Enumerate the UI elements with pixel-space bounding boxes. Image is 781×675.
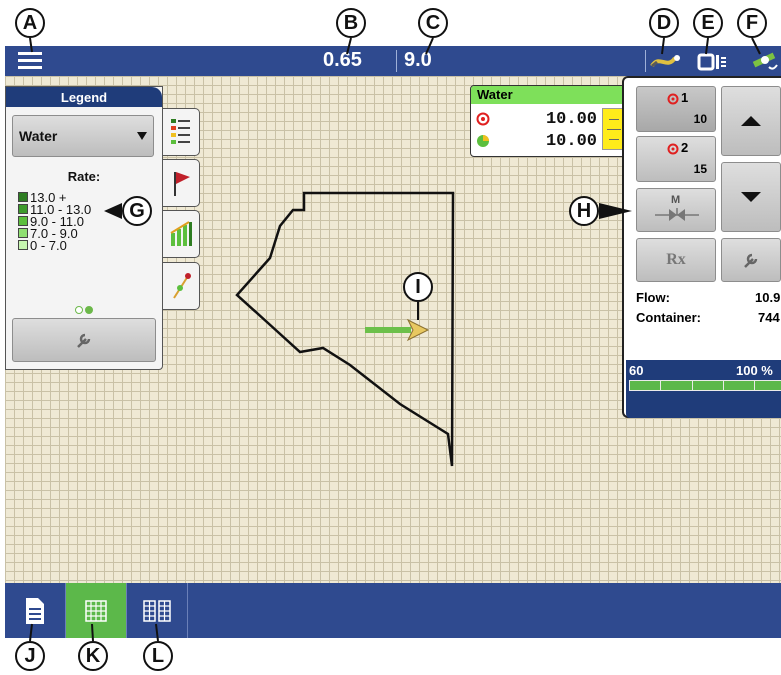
legend-panel: Legend Water Rate: 13.0 + 11.0 - 13.0 9.… xyxy=(5,86,163,370)
implement-icon[interactable] xyxy=(697,51,729,73)
rx-icon: Rx xyxy=(666,251,686,268)
section-bar xyxy=(629,380,781,391)
target-icon xyxy=(476,112,490,126)
container-label: Container: xyxy=(636,310,701,325)
product-title: Water xyxy=(471,86,631,104)
legend-layer-value: Water xyxy=(19,128,58,144)
callout-i: I xyxy=(403,272,433,302)
rate-label: Rate: xyxy=(67,169,101,184)
tab-map[interactable] xyxy=(66,583,127,638)
flow-label: Flow: xyxy=(636,290,670,305)
preset-1-value: 10 xyxy=(693,112,707,126)
legend-layer-dropdown[interactable]: Water xyxy=(12,115,154,157)
wrench-icon xyxy=(744,253,758,268)
callout-a: A xyxy=(15,8,45,38)
preset-1-label: 1 xyxy=(681,90,689,105)
rate-row: 0 - 7.0 xyxy=(18,238,91,253)
page-indicator xyxy=(75,306,93,314)
rate-indicator-bar xyxy=(602,108,624,150)
callout-b: B xyxy=(336,8,366,38)
menu-icon[interactable] xyxy=(18,52,42,70)
section-status-bar: 60 100 % xyxy=(626,360,781,418)
tab-flags[interactable] xyxy=(163,159,200,207)
down-arrow-icon xyxy=(741,192,761,202)
prescription-button[interactable]: Rx xyxy=(636,238,716,282)
control-settings-button[interactable] xyxy=(721,238,781,282)
callout-g: G xyxy=(122,196,152,226)
guidance-icon[interactable] xyxy=(649,52,685,72)
dropdown-arrow-icon xyxy=(137,132,147,140)
rate-swatch xyxy=(18,240,28,250)
callout-d: D xyxy=(649,8,679,38)
product-control-panel: 1 10 2 15 M Rx Flow: 10.9 Container: 744… xyxy=(622,76,781,418)
target-icon xyxy=(667,143,679,155)
callout-c: C xyxy=(418,8,448,38)
bottom-nav-bar xyxy=(5,583,781,638)
gps-satellite-icon[interactable] xyxy=(751,49,781,73)
grid-icon xyxy=(85,599,107,622)
callout-l: L xyxy=(143,641,173,671)
rate-swatch xyxy=(18,228,28,238)
rate-legend-list: 13.0 + 11.0 - 13.0 9.0 - 11.0 7.0 - 9.0 … xyxy=(6,190,91,253)
bar-max-label: 100 % xyxy=(736,363,773,378)
bar-min-label: 60 xyxy=(629,363,644,378)
legend-title: Legend xyxy=(6,87,162,107)
tab-guidance[interactable] xyxy=(163,262,200,310)
rate-increase-button[interactable] xyxy=(721,86,781,156)
rate-swatch xyxy=(18,192,28,202)
preset-1-button[interactable]: 1 10 xyxy=(636,86,716,132)
callout-f: F xyxy=(737,8,767,38)
top-status-bar: 0.65 9.0 xyxy=(5,46,781,76)
document-icon xyxy=(26,597,44,624)
split-grid-icon xyxy=(143,599,171,622)
tab-home[interactable] xyxy=(5,583,66,638)
target-icon xyxy=(667,93,679,105)
legend-list-icon xyxy=(171,119,190,144)
applied-rate: 10.00 xyxy=(545,132,597,151)
applied-rate-icon xyxy=(477,135,489,147)
flag-icon xyxy=(174,172,190,196)
bar-chart-icon xyxy=(170,221,192,246)
manual-mode-button[interactable]: M xyxy=(636,188,716,232)
callout-k: K xyxy=(78,641,108,671)
up-arrow-icon xyxy=(741,116,761,126)
callout-j: J xyxy=(15,641,45,671)
guidance-path-icon xyxy=(173,273,191,299)
topbar-divider xyxy=(396,50,397,72)
manual-label: M xyxy=(671,194,681,206)
topbar-divider-right xyxy=(645,50,646,72)
preset-2-value: 15 xyxy=(693,162,707,176)
preset-2-label: 2 xyxy=(681,140,689,155)
callout-h: H xyxy=(569,196,599,226)
tab-split-map[interactable] xyxy=(127,583,188,638)
preset-2-button[interactable]: 2 15 xyxy=(636,136,716,182)
legend-settings-button[interactable] xyxy=(12,318,156,362)
valve-icon xyxy=(655,208,699,221)
flow-value: 10.9 xyxy=(755,290,781,305)
tab-legend[interactable] xyxy=(163,108,200,156)
rate-decrease-button[interactable] xyxy=(721,162,781,232)
speed-value: 0.65 xyxy=(323,49,362,71)
heading-value: 9.0 xyxy=(404,49,432,71)
rate-swatch xyxy=(18,216,28,226)
rate-swatch xyxy=(18,204,28,214)
wrench-icon xyxy=(77,333,91,348)
tab-chart[interactable] xyxy=(163,210,200,258)
product-rate-panel[interactable]: Water 10.00 10.00 xyxy=(470,85,632,157)
target-rate: 10.00 xyxy=(545,110,597,129)
container-value: 744 xyxy=(758,310,780,325)
callout-e: E xyxy=(693,8,723,38)
